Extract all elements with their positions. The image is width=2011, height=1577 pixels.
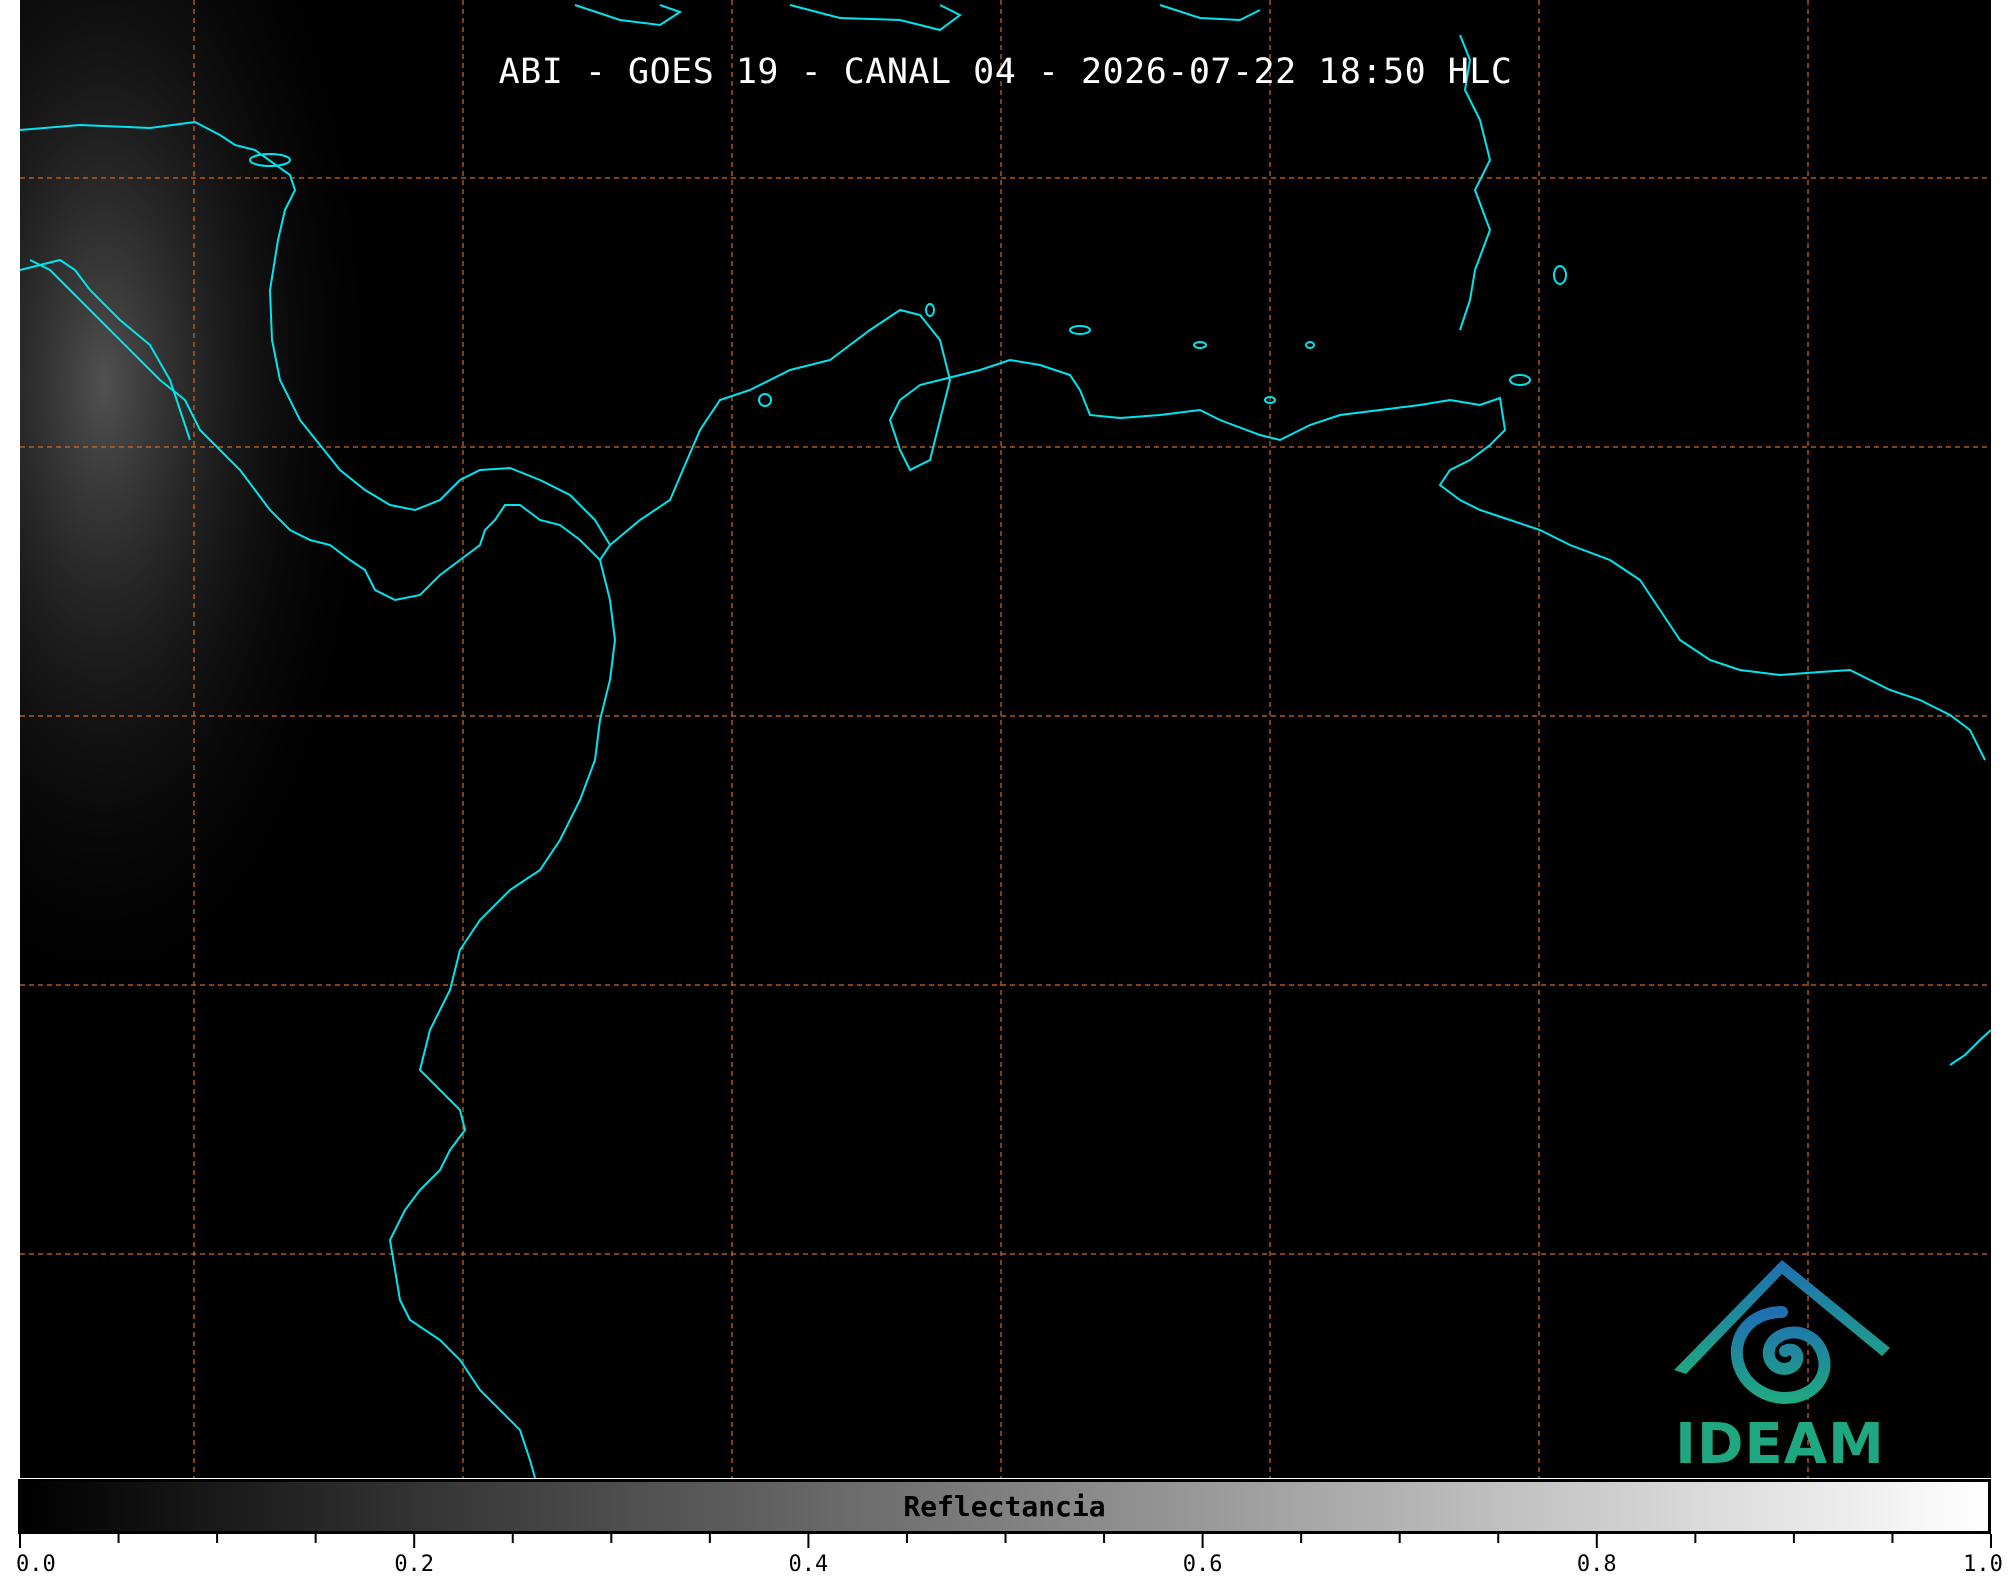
coastline-guyana [1949, 1029, 1991, 1066]
colorbar-tick-label: 0.4 [788, 1552, 829, 1577]
island-3 [1069, 325, 1091, 335]
logo-text: IDEAM [1675, 1412, 1885, 1477]
colorbar-tick-label: 0.6 [1182, 1552, 1223, 1577]
colorbar-tick-label: 0.0 [16, 1552, 56, 1577]
colorbar-ticks [19, 1534, 1992, 1548]
colorbar-label: Reflectancia [903, 1490, 1106, 1523]
island-hispaniola [789, 4, 962, 32]
island-8 [758, 393, 772, 407]
island-1 [1553, 265, 1567, 285]
ideam-mountain-spiral-icon [1674, 1260, 1890, 1404]
satellite-map: ABI - GOES 19 - CANAL 04 - 2026-07-22 18… [20, 0, 1991, 1478]
island-7 [925, 303, 935, 317]
island-cuba [574, 4, 683, 27]
colorbar-tick-label: 0.2 [394, 1552, 435, 1577]
ideam-logo: IDEAM [1660, 1252, 1900, 1477]
coastline-caribbean-south [609, 308, 1986, 761]
island-puerto-rico [1159, 4, 1261, 22]
colorbar-tick-label: 0.8 [1576, 1552, 1617, 1577]
map-title: ABI - GOES 19 - CANAL 04 - 2026-07-22 18… [498, 52, 1513, 92]
cloud-haze [20, 0, 440, 960]
island-2 [1509, 374, 1531, 386]
colorbar: Reflectancia [18, 1479, 1991, 1534]
colorbar-tick-label: 1.0 [1963, 1552, 2003, 1577]
island-5 [1305, 341, 1315, 349]
island-4 [1193, 341, 1207, 349]
